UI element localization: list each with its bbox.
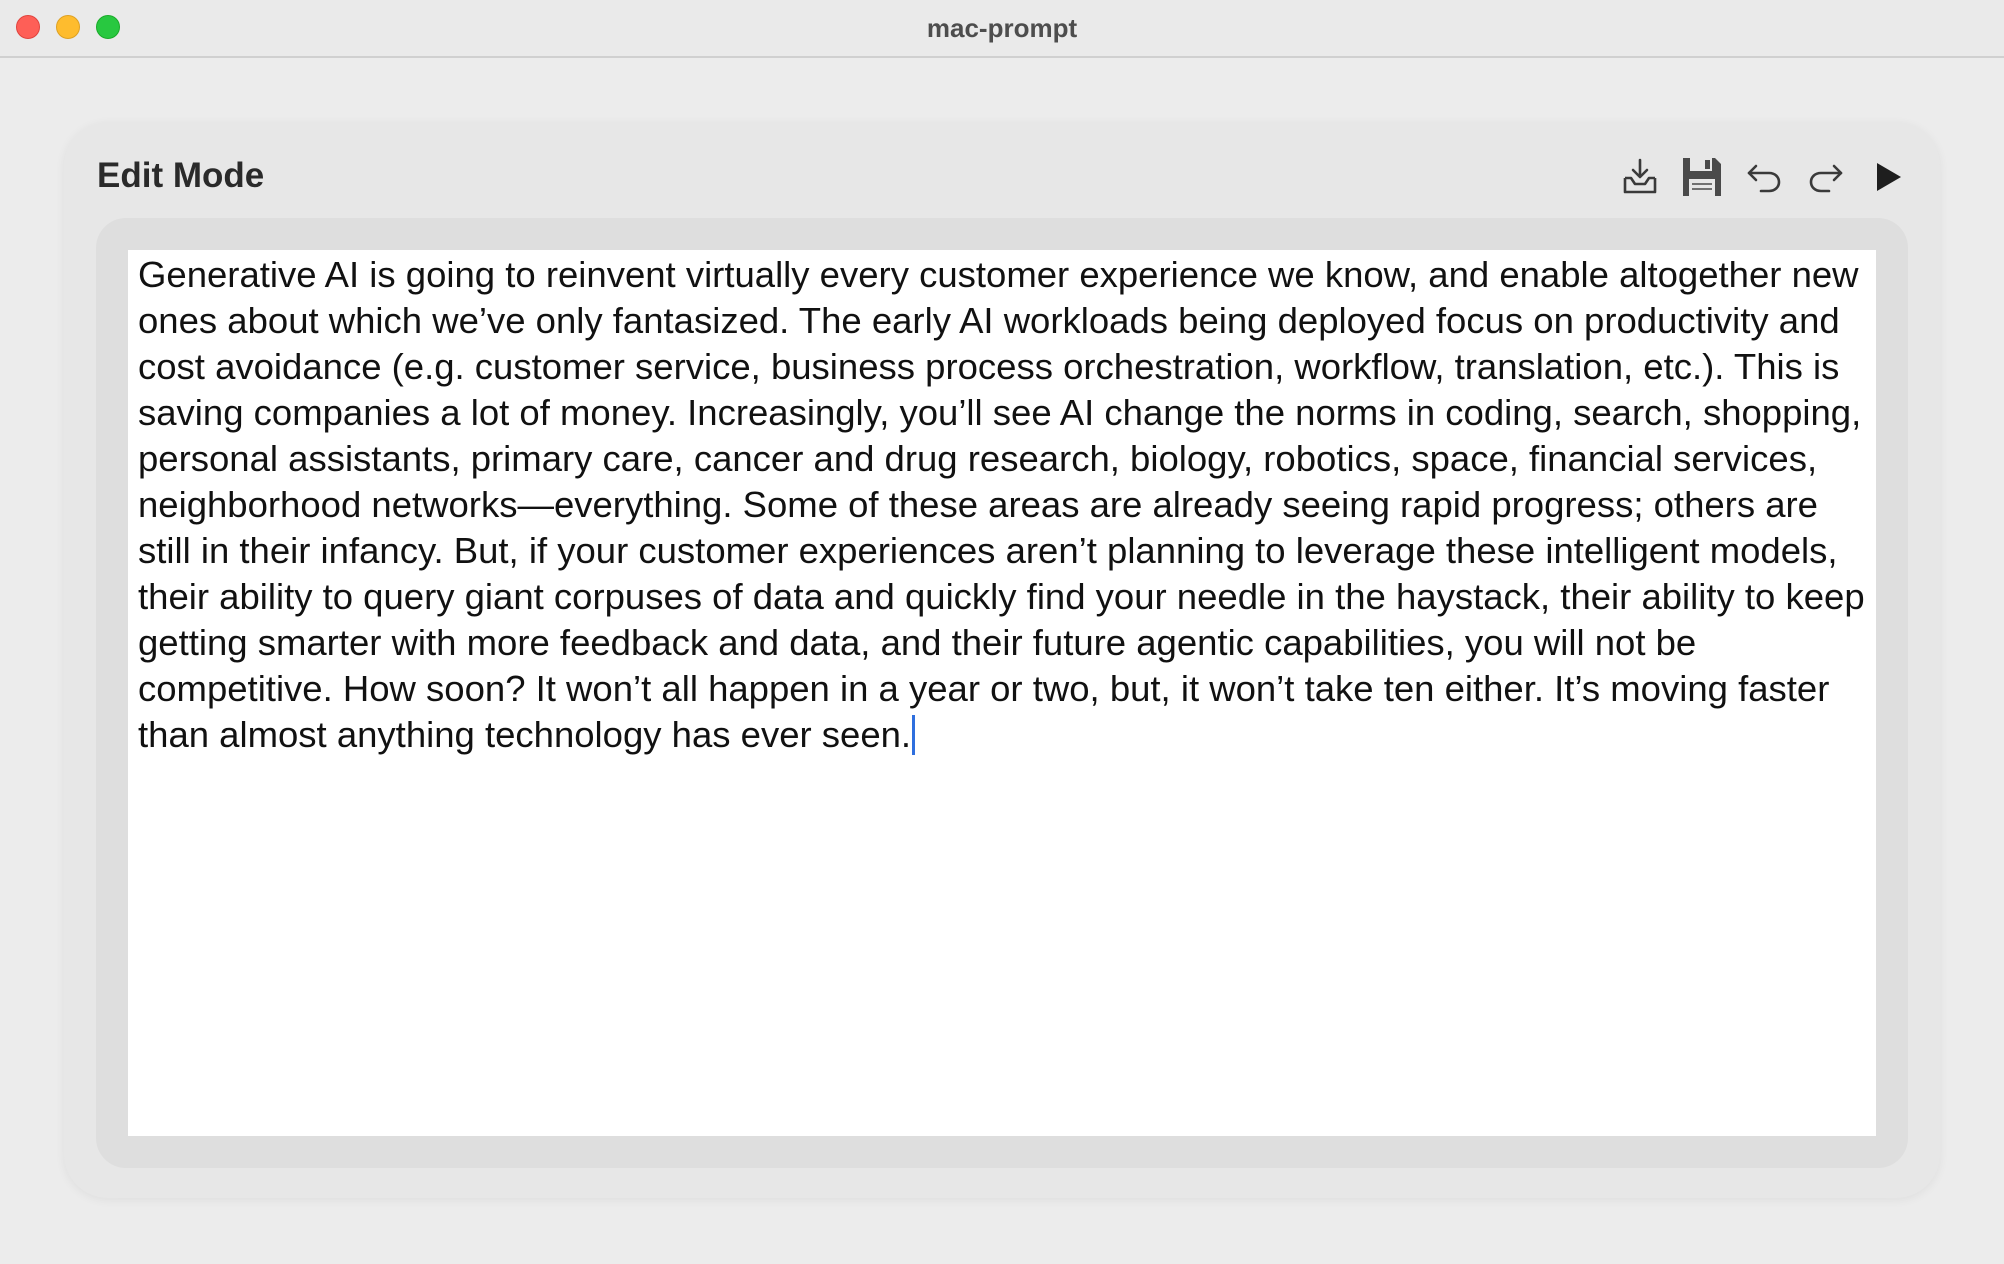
- app-window: mac-prompt Edit Mode Generative AI is go…: [0, 0, 2004, 1264]
- prompt-text-editor[interactable]: Generative AI is going to reinvent virtu…: [128, 250, 1876, 1136]
- editor-text: Generative AI is going to reinvent virtu…: [138, 254, 1865, 755]
- save-button[interactable]: [1678, 153, 1726, 201]
- import-icon: [1623, 158, 1657, 194]
- editor-frame: Generative AI is going to reinvent virtu…: [96, 218, 1908, 1168]
- play-icon: [1877, 163, 1901, 191]
- redo-icon: [1809, 164, 1843, 193]
- run-button[interactable]: [1864, 153, 1912, 201]
- save-icon: [1683, 158, 1721, 196]
- undo-button[interactable]: [1740, 153, 1788, 201]
- window-title: mac-prompt: [926, 13, 1078, 43]
- import-button[interactable]: [1616, 153, 1664, 201]
- text-caret: [912, 715, 916, 755]
- undo-icon: [1747, 164, 1781, 193]
- mode-label: Edit Mode: [97, 156, 265, 195]
- edit-panel: Edit Mode Generative AI is going to rein…: [64, 122, 1940, 1198]
- title-bar[interactable]: mac-prompt: [0, 0, 2004, 58]
- redo-button[interactable]: [1802, 153, 1850, 201]
- toolbar: [1616, 152, 1912, 202]
